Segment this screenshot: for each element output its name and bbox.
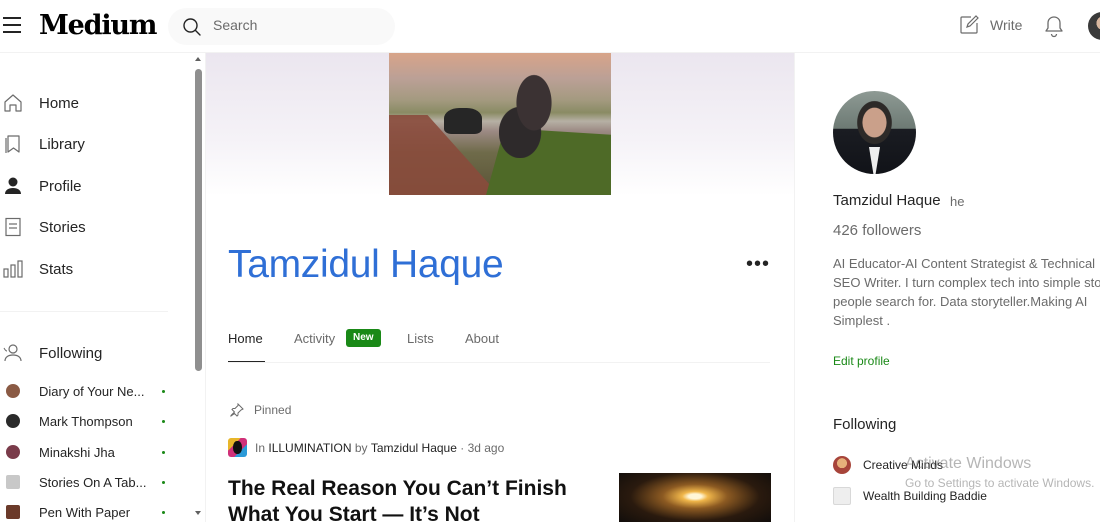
following-name: Wealth Building Baddie — [863, 489, 987, 503]
new-story-dot — [162, 510, 165, 514]
stats-icon — [2, 258, 24, 280]
pronoun: he — [950, 194, 965, 209]
new-badge: New — [346, 329, 381, 347]
profile-bio: AI Educator-AI Content Strategist & Tech… — [833, 256, 1100, 328]
following-icon — [2, 342, 24, 364]
sidebar-item-profile[interactable]: Profile — [0, 172, 82, 200]
write-button[interactable]: Write — [958, 14, 1022, 36]
top-bar: Medium Write — [0, 0, 1100, 53]
following-name: Stories On A Tab... — [39, 474, 147, 490]
tab-home[interactable]: Home — [228, 331, 263, 346]
write-label: Write — [990, 17, 1023, 33]
following-name: Minakshi Jha — [39, 444, 115, 460]
following-name: Creative Minds — [863, 458, 944, 472]
profile-tabs: Home Activity New Lists About — [228, 323, 770, 363]
sidebar-item-home[interactable]: Home — [0, 89, 79, 117]
avatar — [6, 384, 20, 398]
tab-activity[interactable]: Activity — [294, 331, 335, 346]
avatar — [833, 487, 851, 505]
bell-icon — [1045, 16, 1063, 38]
followers-count[interactable]: 426 followers — [833, 222, 921, 239]
search-box[interactable] — [168, 8, 395, 45]
home-icon — [2, 92, 24, 114]
following-item[interactable]: Creative Minds — [833, 455, 943, 475]
article-byline: In ILLUMINATION by Tamzidul Haque · 3d a… — [228, 438, 504, 457]
following-name: Diary of Your Ne... — [39, 383, 145, 399]
following-name: Mark Thompson — [39, 413, 133, 429]
avatar — [6, 505, 20, 519]
new-story-dot — [162, 480, 165, 484]
sidebar-item-label: Following — [39, 344, 103, 362]
article-title[interactable]: The Real Reason You Can’t Finish What Yo… — [228, 476, 598, 522]
cover-image — [389, 53, 611, 195]
more-options-button[interactable]: ••• — [746, 254, 770, 274]
publication-link[interactable]: ILLUMINATION — [268, 441, 351, 455]
left-sidebar: Home Library Profile Stories Stats Follo… — [0, 53, 206, 522]
new-story-dot — [162, 389, 165, 393]
pinned-text: Pinned — [254, 403, 292, 417]
user-avatar-button[interactable] — [1088, 12, 1100, 40]
by-label: by — [354, 440, 368, 455]
following-heading: Following — [833, 416, 897, 433]
sidebar-item-library[interactable]: Library — [0, 130, 85, 158]
profile-icon — [2, 175, 24, 197]
article-time: · 3d ago — [460, 440, 505, 455]
in-label: In — [255, 440, 266, 455]
edit-profile-link[interactable]: Edit profile — [833, 354, 890, 368]
sidebar-item-stats[interactable]: Stats — [0, 255, 73, 283]
author-link[interactable]: Tamzidul Haque — [371, 441, 457, 455]
sidebar-item-label: Stories — [39, 218, 86, 236]
profile-cover — [206, 53, 794, 196]
new-story-dot — [162, 450, 165, 454]
sidebar-item-label: Profile — [39, 177, 82, 195]
tab-about[interactable]: About — [465, 331, 499, 346]
panel-name: Tamzidul Haque — [833, 192, 941, 209]
tab-lists[interactable]: Lists — [407, 331, 434, 346]
menu-icon[interactable] — [3, 17, 21, 33]
scroll-up-arrow-icon[interactable] — [195, 57, 201, 61]
new-story-dot — [162, 419, 165, 423]
profile-avatar — [833, 91, 916, 174]
sidebar-item-following[interactable]: Following — [0, 339, 102, 367]
sidebar-item-label: Home — [39, 94, 80, 112]
write-icon — [960, 15, 979, 34]
sidebar-item-label: Stats — [39, 260, 74, 278]
bookmark-icon — [2, 133, 24, 155]
publication-icon[interactable] — [228, 438, 247, 457]
profile-main: Tamzidul Haque ••• Home Activity New Lis… — [206, 53, 794, 522]
sidebar-item-stories[interactable]: Stories — [0, 213, 86, 241]
search-icon — [183, 18, 201, 36]
avatar — [833, 456, 851, 474]
following-item[interactable]: Wealth Building Baddie — [833, 486, 987, 506]
pinned-label: Pinned — [230, 403, 291, 417]
medium-logo[interactable]: Medium — [39, 10, 157, 41]
avatar — [6, 414, 20, 428]
notifications-button[interactable] — [1043, 14, 1065, 43]
search-input[interactable] — [213, 17, 383, 33]
pin-icon — [230, 403, 244, 417]
article-thumbnail[interactable] — [619, 473, 771, 522]
following-name: Pen With Paper — [39, 504, 131, 520]
right-panel: Tamzidul Haque he 426 followers AI Educa… — [794, 53, 1100, 522]
avatar — [6, 445, 20, 459]
stories-icon — [2, 216, 24, 238]
sidebar-item-label: Library — [39, 135, 85, 153]
avatar — [6, 475, 20, 489]
active-tab-indicator — [228, 361, 265, 362]
sidebar-divider — [0, 311, 168, 312]
scroll-down-arrow-icon[interactable] — [195, 511, 201, 515]
scrollbar-thumb[interactable] — [195, 69, 202, 371]
profile-name: Tamzidul Haque — [228, 243, 504, 286]
